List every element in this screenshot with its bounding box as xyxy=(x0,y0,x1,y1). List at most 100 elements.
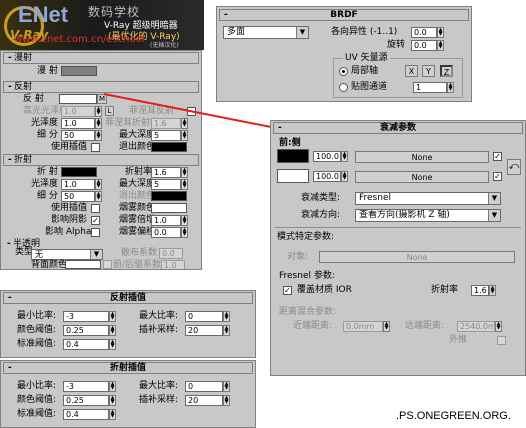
gloss2-field[interactable]: 1.0 xyxy=(61,179,95,190)
rotate-spinner[interactable]: ▲ ▼ xyxy=(437,40,444,51)
r-clr-thresh-field[interactable]: 0.25 xyxy=(63,325,109,336)
fog-bias-spinner[interactable]: ▲ ▼ xyxy=(181,227,188,238)
ior-field[interactable]: 1.6 xyxy=(151,167,181,178)
aniso-spinner[interactable]: ▲ ▼ xyxy=(437,27,444,38)
far-dist-field[interactable]: 2540.0m xyxy=(457,321,495,332)
reflect-interp-title: 反射插值 xyxy=(109,293,146,303)
rollout-refract[interactable]: - 折射 xyxy=(3,154,199,166)
subdivs2-field[interactable]: 50 xyxy=(61,191,95,202)
hilight-gloss-field[interactable]: 1.0 xyxy=(61,106,95,117)
falloff-panel: - 衰减参数 前:侧 100.0 ▲ ▼ None ✓ 100.0 ▲ ▼ None … xyxy=(270,120,526,376)
local-axis-radio[interactable] xyxy=(339,67,348,76)
affect-shadows-checkbox[interactable]: ✓ xyxy=(91,216,100,225)
r-min-rate-field[interactable]: -3 xyxy=(63,311,109,322)
subdivs2-spinner[interactable]: ▲ ▼ xyxy=(95,191,102,202)
falloff-dir-dropdown[interactable]: 查看方向(摄影机 Z 轴) ▼ xyxy=(355,209,501,222)
use-interp-checkbox[interactable] xyxy=(91,143,100,152)
fwd-back-field[interactable]: 1.0 xyxy=(161,260,185,269)
f-nrm-thresh-field[interactable]: 0.4 xyxy=(63,409,109,420)
falloff-ior-field[interactable]: 1.6 xyxy=(471,285,489,296)
map-channel-spinner[interactable]: ▲ ▼ xyxy=(447,82,454,93)
refract-interp-header[interactable]: - 折射插值 xyxy=(3,362,253,374)
f-min-rate-field[interactable]: -3 xyxy=(63,381,109,392)
axis-z-button[interactable]: Z xyxy=(440,65,453,77)
brdf-type-dropdown[interactable]: 多面 ▼ xyxy=(223,26,309,39)
side-map-checkbox[interactable]: ✓ xyxy=(493,172,502,181)
exit-color-swatch[interactable] xyxy=(151,142,187,152)
near-dist-field[interactable]: 0.0mm xyxy=(343,321,383,332)
affect-alpha-checkbox[interactable] xyxy=(91,228,100,237)
fog-mult-field[interactable]: 1.0 xyxy=(151,215,181,226)
fog-mult-spinner[interactable]: ▲ ▼ xyxy=(181,215,188,226)
f-clr-thresh-field[interactable]: 0.25 xyxy=(63,395,109,406)
r-nrm-thresh-spinner[interactable]: ▲ ▼ xyxy=(109,339,116,350)
f-clr-thresh-spinner[interactable]: ▲ ▼ xyxy=(109,395,116,406)
f-max-rate-field[interactable]: 0 xyxy=(185,381,223,392)
object-pick-button[interactable]: None xyxy=(319,251,515,263)
use-interp2-label: 使用插值 xyxy=(51,203,88,213)
front-map-checkbox[interactable]: ✓ xyxy=(493,152,502,161)
scatter-field[interactable]: 0.0 xyxy=(159,248,183,259)
r-interp-samples-field[interactable]: 20 xyxy=(185,325,223,336)
max-depth2-spinner[interactable]: ▲ ▼ xyxy=(181,179,188,190)
brdf-panel: - BRDF 多面 ▼ 各向异性 (-1..1) 0.0 ▲ ▼ 旋转 0.0 ▲ ▼ … xyxy=(216,6,472,102)
side-color-swatch[interactable] xyxy=(277,169,309,183)
r-interp-samples-spinner[interactable]: ▲ ▼ xyxy=(223,325,230,336)
extrapolate-checkbox[interactable] xyxy=(497,336,506,345)
diffuse-swatch[interactable] xyxy=(61,66,97,76)
use-interp2-checkbox[interactable] xyxy=(91,204,100,213)
map-channel-radio[interactable] xyxy=(339,83,348,92)
reflect-interp-header[interactable]: - 反射插值 xyxy=(3,292,253,304)
side-amount-field[interactable]: 100.0 xyxy=(313,171,341,182)
swap-colors-button[interactable]: ⤺ xyxy=(507,159,521,175)
reflect-swatch[interactable] xyxy=(59,94,97,104)
back-color-swatch[interactable] xyxy=(65,260,101,269)
exit-color2-swatch[interactable] xyxy=(151,191,187,201)
side-amount-spinner[interactable]: ▲ ▼ xyxy=(341,171,348,182)
axis-x-button[interactable]: X xyxy=(405,65,418,77)
r-max-rate-field[interactable]: 0 xyxy=(185,311,223,322)
refract-swatch[interactable] xyxy=(61,167,97,177)
map-channel-field[interactable]: 1 xyxy=(413,82,447,93)
f-max-rate-spinner[interactable]: ▲ ▼ xyxy=(223,381,230,392)
back-color-checkbox[interactable] xyxy=(103,260,112,269)
brdf-rollout-header[interactable]: - BRDF xyxy=(219,9,469,21)
r-max-rate-spinner[interactable]: ▲ ▼ xyxy=(223,311,230,322)
falloff-rollout-header[interactable]: - 衰减参数 xyxy=(273,122,523,134)
override-ior-checkbox[interactable]: ✓ xyxy=(283,286,292,295)
max-depth2-field[interactable]: 5 xyxy=(151,179,181,190)
near-dist-spinner[interactable]: ▲ ▼ xyxy=(383,321,390,332)
rotate-field[interactable]: 0.0 xyxy=(411,40,437,51)
falloff-ior-spinner[interactable]: ▲ ▼ xyxy=(489,285,496,296)
object-label: 对象: xyxy=(287,252,309,262)
f-max-rate-label: 最大比率: xyxy=(139,381,179,391)
mode-specific-label: 模式特定参数: xyxy=(277,232,335,242)
gloss2-spinner[interactable]: ▲ ▼ xyxy=(95,179,102,190)
front-amount-field[interactable]: 100.0 xyxy=(313,151,341,162)
fog-color-swatch[interactable] xyxy=(151,203,187,213)
side-map-button[interactable]: None xyxy=(355,171,489,183)
f-nrm-thresh-spinner[interactable]: ▲ ▼ xyxy=(109,409,116,420)
r-nrm-thresh-field[interactable]: 0.4 xyxy=(63,339,109,350)
rollout-basic[interactable]: - 漫射 xyxy=(3,52,199,64)
fog-bias-field[interactable]: 0.0 xyxy=(151,227,181,238)
ior-spinner[interactable]: ▲ ▼ xyxy=(181,167,188,178)
far-dist-spinner[interactable]: ▲ ▼ xyxy=(495,321,502,332)
r-interp-samples-label: 插补采样: xyxy=(139,325,179,335)
r-min-rate-spinner[interactable]: ▲ ▼ xyxy=(109,311,116,322)
front-color-swatch[interactable] xyxy=(277,149,309,163)
r-clr-thresh-spinner[interactable]: ▲ ▼ xyxy=(109,325,116,336)
falloff-type-dropdown[interactable]: Fresnel ▼ xyxy=(355,192,501,205)
exit-color-label: 退出颜色 xyxy=(119,142,156,152)
f-interp-samples-field[interactable]: 20 xyxy=(185,395,223,406)
axis-y-button[interactable]: Y xyxy=(422,65,435,77)
aniso-field[interactable]: 0.0 xyxy=(411,27,437,38)
front-map-button[interactable]: None xyxy=(355,151,489,163)
translucent-type-dropdown[interactable]: 无 ▼ xyxy=(31,249,103,260)
f-nrm-thresh-label: 标准阈值: xyxy=(17,409,57,419)
subdivs-field[interactable]: 50 xyxy=(61,130,95,141)
front-amount-spinner[interactable]: ▲ ▼ xyxy=(341,151,348,162)
gloss-field[interactable]: 1.0 xyxy=(61,118,95,129)
f-min-rate-spinner[interactable]: ▲ ▼ xyxy=(109,381,116,392)
f-interp-samples-spinner[interactable]: ▲ ▼ xyxy=(223,395,230,406)
